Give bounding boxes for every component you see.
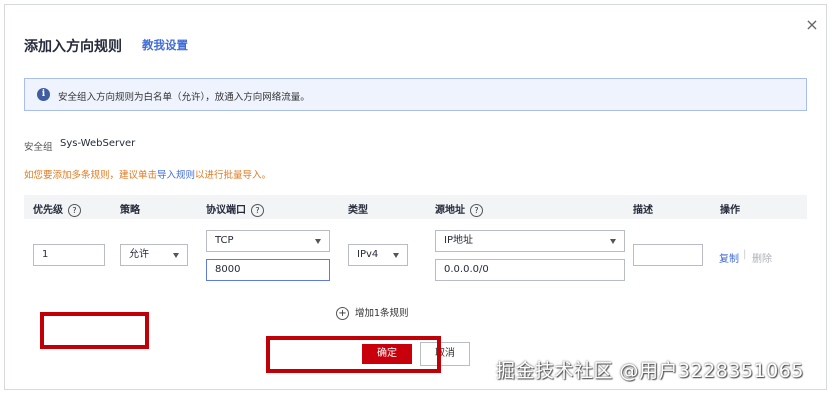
info-icon: i bbox=[37, 88, 50, 101]
type-select[interactable]: IPv4 bbox=[348, 244, 408, 266]
annotation-highlight-box bbox=[266, 336, 441, 373]
help-question-icon[interactable]: ? bbox=[68, 203, 81, 217]
info-banner: i 安全组入方向规则为白名单（允许），放通入方向网络流量。 bbox=[24, 78, 807, 111]
security-group-label: 安全组 bbox=[24, 142, 53, 153]
annotation-highlight-box bbox=[40, 312, 149, 349]
delete-rule-link[interactable]: 删除 bbox=[752, 250, 772, 265]
priority-input[interactable]: 1 bbox=[33, 244, 105, 266]
copy-rule-link[interactable]: 复制 bbox=[719, 250, 739, 265]
source-address-input[interactable]: 0.0.0.0/0 bbox=[435, 259, 625, 281]
add-rule-button[interactable]: + 增加1条规则 bbox=[336, 305, 409, 320]
source-type-select[interactable]: IP地址 bbox=[435, 230, 625, 252]
protocol-select[interactable]: TCP bbox=[206, 230, 330, 252]
header-source-address: 源地址? bbox=[435, 201, 483, 217]
help-question-icon[interactable]: ? bbox=[470, 203, 483, 217]
close-icon[interactable]: × bbox=[803, 16, 821, 34]
import-rules-link[interactable]: 导入规则 bbox=[157, 170, 195, 181]
hint-prefix: 如您要添加多条规则，建议单击 bbox=[24, 170, 158, 181]
header-policy: 策略 bbox=[120, 205, 140, 216]
header-type: 类型 bbox=[348, 205, 368, 216]
help-link[interactable]: 教我设置 bbox=[142, 37, 188, 53]
batch-import-hint: 如您要添加多条规则，建议单击导入规则以进行批量导入。 bbox=[24, 167, 271, 181]
dialog-title: 添加入方向规则 bbox=[24, 39, 122, 55]
description-input[interactable] bbox=[633, 244, 703, 266]
port-input[interactable]: 8000 bbox=[206, 259, 330, 281]
policy-select[interactable]: 允许 bbox=[120, 244, 188, 266]
header-description: 描述 bbox=[633, 205, 653, 216]
header-priority: 优先级? bbox=[33, 201, 81, 217]
security-group-name: Sys-WebServer bbox=[60, 138, 136, 149]
header-actions: 操作 bbox=[720, 205, 740, 216]
table-header bbox=[24, 195, 807, 219]
plus-circle-icon: + bbox=[336, 307, 349, 320]
hint-suffix: 以进行批量导入。 bbox=[195, 170, 272, 181]
help-question-icon[interactable]: ? bbox=[251, 203, 264, 217]
header-protocol-port: 协议端口? bbox=[206, 201, 264, 217]
watermark-text: 掘金技术社区 @用户3228351065 bbox=[496, 360, 804, 382]
action-divider: | bbox=[743, 249, 747, 260]
info-banner-text: 安全组入方向规则为白名单（允许），放通入方向网络流量。 bbox=[58, 92, 310, 103]
